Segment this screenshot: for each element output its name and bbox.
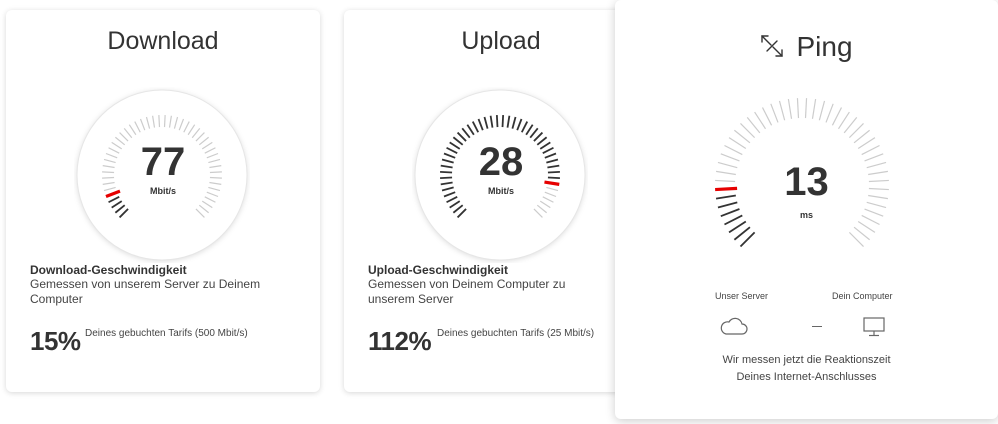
upload-gauge-tick [501,115,505,128]
ping-gauge-tick [811,98,817,119]
upload-unit: Mbit/s [488,186,514,196]
ping-computer-label: Dein Computer [832,291,893,301]
upload-info-desc: Gemessen von Deinem Computer zu unserem … [368,277,566,306]
download-percent-desc: Deines gebuchten Tarifs (500 Mbit/s) [85,328,248,339]
ping-gauge-tick [728,220,747,234]
download-info-desc: Gemessen von unserem Server zu Deinem Co… [30,277,261,306]
download-card: Download 77 Mbit/s Download-Geschwindigk… [6,10,320,392]
ping-unit: ms [799,210,813,220]
ping-note: Wir messen jetzt die Reaktionszeit Deine… [615,352,998,386]
download-info-title: Download-Geschwindigkeit [30,263,187,277]
ping-gauge-tick [739,231,756,248]
ping-gauge-tick [740,123,756,139]
ping-gauge-tick [861,144,880,156]
upload-card: Upload 28 Mbit/s Upload-Geschwindigkeit … [344,10,658,392]
ping-gauge-tick [770,103,779,123]
ping-gauge-tick [787,98,793,119]
ping-gauge-tick [857,137,876,150]
ping-note-line1: Wir messen jetzt die Reaktionszeit [722,354,891,366]
ping-gauge-tick [848,231,864,247]
upload-percent-desc: Deines gebuchten Tarifs (25 Mbit/s) [437,328,595,339]
ping-gauge-tick [728,137,747,150]
ping-gauge-tick [853,226,870,241]
ping-gauge-tick [733,226,751,241]
ping-gauge-tick [843,117,858,134]
upload-info-title: Upload-Geschwindigkeit [368,263,509,277]
ping-gauge-tick [796,98,800,119]
download-gauge-tick [158,115,161,128]
ping-gauge-tick [804,98,808,119]
connection-dash [812,326,822,327]
upload-title: Upload [461,27,541,55]
ping-gauge-tick [831,107,843,126]
ping-gauge-tick [734,129,751,144]
upload-value: 28 [478,140,524,184]
ping-server-label: Unser Server [715,291,769,301]
upload-gauge-tick [495,115,499,128]
ping-gauge-tick [761,107,773,126]
ping-gauge-tick [837,111,850,130]
ping-title-row: Ping [615,31,998,65]
ping-gauge-tick [778,100,786,121]
ping-value: 13 [784,160,829,204]
upload-percent: 112% [368,326,432,356]
ping-arrows-icon [760,33,784,65]
download-value: 77 [140,140,186,184]
download-percent: 15% [30,326,81,356]
download-unit: Mbit/s [150,186,176,196]
download-title: Download [107,27,219,55]
ping-gauge-tick [857,220,876,233]
ping-card: Ping 13 ms Unser Server Dein Computer Wi… [615,0,998,419]
ping-gauge-tick [724,144,743,156]
ping-title: Ping [796,31,853,62]
ping-gauge-tick [825,103,834,123]
ping-gauge-tick [746,117,761,134]
cloud-icon [719,315,749,342]
ping-gauge-tick [848,123,864,139]
download-gauge-tick [163,115,166,128]
ping-gauge-tick [853,129,870,144]
ping-gauge-tick [818,100,826,121]
ping-note-line2: Deines Internet-Anschlusses [736,371,877,383]
monitor-icon [862,316,886,343]
ping-gauge-tick [754,111,767,130]
